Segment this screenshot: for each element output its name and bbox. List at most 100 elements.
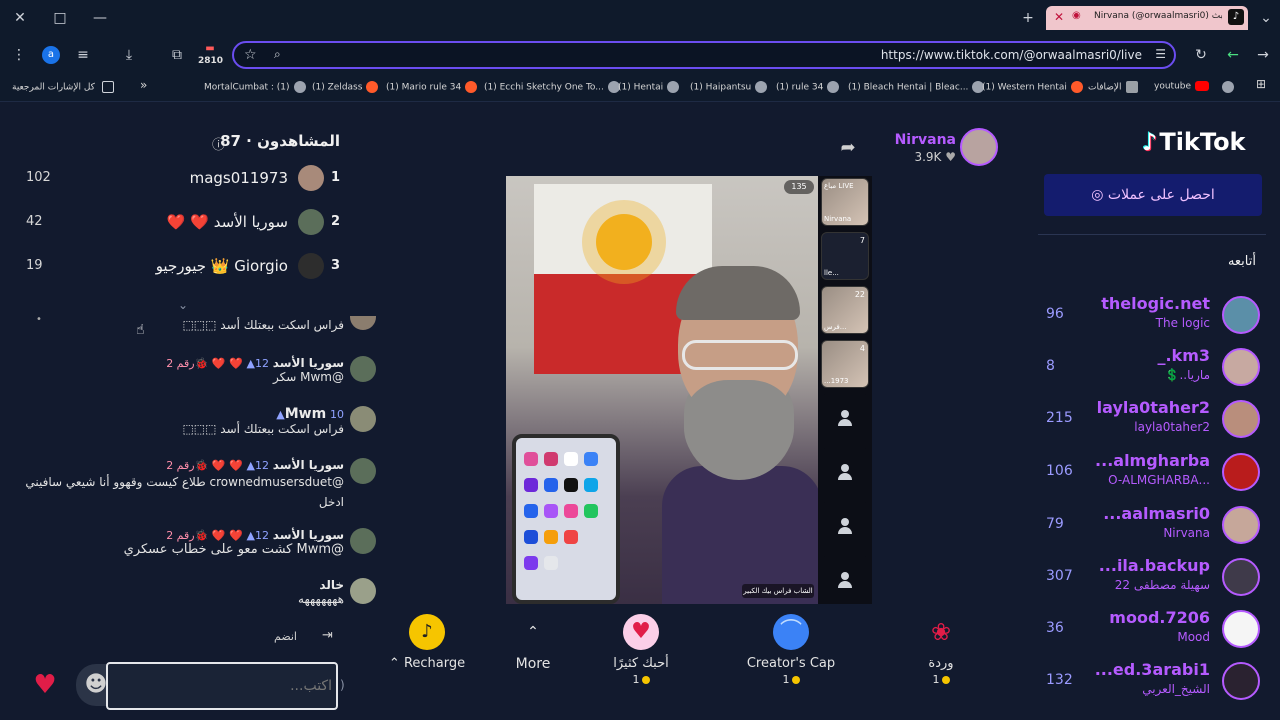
bookmark-item[interactable]: youtube bbox=[1154, 81, 1210, 92]
empty-guest-slot[interactable] bbox=[821, 448, 869, 496]
tab-list-chevron-icon[interactable]: ⌄ bbox=[1256, 8, 1276, 28]
viewer-rank: 2 bbox=[330, 214, 340, 229]
search-icon[interactable]: ⌕ bbox=[274, 47, 281, 62]
address-bar[interactable]: ☆ ⌕ https://www.tiktok.com/@orwaalmasri0… bbox=[232, 41, 1176, 69]
host-likes-value: 3.9K bbox=[914, 150, 942, 164]
reload-icon[interactable]: ↻ bbox=[1190, 44, 1212, 66]
extensions-icon[interactable]: ⧉ bbox=[166, 44, 188, 66]
chat-username[interactable]: سوريا الأسد bbox=[273, 528, 344, 542]
download-icon[interactable]: ⤓ bbox=[118, 44, 140, 66]
menu-dots-icon[interactable]: ⋮ bbox=[8, 44, 30, 66]
all-bookmarks-folder[interactable]: كل الإشارات المرجعية bbox=[12, 81, 114, 93]
app-tile bbox=[524, 452, 538, 466]
window-close-button[interactable]: ✕ bbox=[10, 8, 30, 28]
following-item[interactable]: 96 thelogic.net The logic bbox=[1040, 292, 1264, 340]
video-caption: الشاب فراس بيك الكبير bbox=[742, 584, 814, 598]
live-video[interactable] bbox=[506, 176, 818, 604]
host-name[interactable]: Nirvana bbox=[895, 132, 956, 148]
chat-input[interactable] bbox=[108, 664, 336, 708]
following-item[interactable]: 79 ...aalmasri0 Nirvana bbox=[1040, 502, 1264, 550]
bookmark-item[interactable]: (1) Bleach Hentai | Bleac... bbox=[848, 81, 985, 93]
extension-badge-icon[interactable]: ▬ bbox=[198, 42, 222, 56]
guest-tile[interactable]: 7 ...lle bbox=[821, 232, 869, 280]
bookmark-label: (1) Haipantsu bbox=[690, 82, 752, 93]
bookmark-item[interactable]: MortalCumbat : (1) bbox=[204, 81, 306, 93]
app-tile bbox=[584, 504, 598, 518]
bookmark-item[interactable]: (1) Haipantsu bbox=[690, 81, 768, 93]
following-item[interactable]: 106 ...almgharba ...O-ALMGHARBA bbox=[1040, 449, 1264, 497]
tiktok-logo[interactable]: ♪TikTok bbox=[1142, 128, 1246, 156]
chat-username[interactable]: سوريا الأسد bbox=[273, 356, 344, 370]
profile-avatar[interactable]: a bbox=[42, 46, 60, 64]
viewer-count: 215 bbox=[1046, 410, 1073, 426]
bookmark-item[interactable]: (1) rule 34 bbox=[776, 81, 840, 93]
chat-input-box[interactable] bbox=[106, 662, 338, 710]
empty-guest-slot[interactable] bbox=[821, 394, 869, 442]
globe-icon bbox=[1222, 81, 1234, 93]
level-badge: 12▲ bbox=[246, 529, 269, 542]
following-item[interactable]: 215 layla0taher2 layla0taher2 bbox=[1040, 396, 1264, 444]
top-viewer-row[interactable]: 42 سوريا الأسد ❤️ ❤️ 2 bbox=[24, 208, 344, 238]
info-icon[interactable]: ⓘ bbox=[212, 134, 225, 153]
bookmark-item[interactable]: (1) Western Hentai bbox=[982, 81, 1083, 93]
window-restore-button[interactable]: □ bbox=[50, 8, 70, 28]
top-viewer-row[interactable]: 19 Giorgio 👑 جيورجيو 3 bbox=[24, 252, 344, 282]
like-heart-button[interactable]: ♥ bbox=[30, 670, 60, 700]
guest-tile[interactable]: مباع LIVE Nirvana bbox=[821, 178, 869, 226]
apps-grid-icon[interactable]: ⊞ bbox=[1256, 77, 1266, 91]
gift-item[interactable]: ♥ أحبك كثيرًا 1 bbox=[586, 614, 696, 686]
get-coins-button[interactable]: احصل على عملات ◎ bbox=[1044, 174, 1262, 216]
gift-item[interactable]: ⌒ Creator's Cap 1 bbox=[736, 614, 846, 686]
forward-arrow-icon[interactable]: → bbox=[1252, 44, 1274, 66]
viewer-score: 19 bbox=[26, 258, 43, 273]
following-item[interactable]: 8 _.km3 ماريا..💲 bbox=[1040, 344, 1264, 392]
sidebar-divider bbox=[1038, 234, 1266, 235]
app-tile bbox=[544, 452, 558, 466]
join-icon[interactable]: ⇥ bbox=[322, 628, 333, 643]
globe-icon bbox=[667, 81, 680, 93]
expand-chevron-icon[interactable]: ⌄ bbox=[178, 298, 188, 312]
bookmark-item[interactable]: (1) Hentai bbox=[618, 81, 680, 93]
new-tab-button[interactable]: + bbox=[1018, 8, 1038, 28]
empty-guest-slot[interactable] bbox=[821, 502, 869, 550]
active-tab[interactable]: ✕ ◉ Nirvana (@orwaalmasri0) في بث... ♪ bbox=[1046, 6, 1248, 30]
following-item[interactable]: 132 ...ed.3arabi1 الشيخ_العربي bbox=[1040, 658, 1264, 706]
chat-text: فراس اسكت ببعتلك أسد ⬚⬚⬚ bbox=[182, 422, 344, 436]
bookmark-label: (1) Ecchi Sketchy One To... bbox=[484, 82, 604, 93]
reading-list-icon[interactable]: ≡ bbox=[72, 44, 94, 66]
recharge-button[interactable]: ♪ ⌃ Recharge bbox=[372, 614, 482, 671]
bookmark-item[interactable]: (1) Zeldass bbox=[312, 81, 379, 93]
globe-bookmark-icon[interactable] bbox=[1218, 81, 1234, 93]
host-avatar[interactable] bbox=[960, 128, 998, 166]
tiktok-note-icon: ♪ bbox=[1142, 128, 1158, 156]
bookmark-item[interactable]: (1) Mario rule 34 bbox=[386, 81, 478, 93]
back-arrow-icon[interactable]: ← bbox=[1222, 44, 1244, 66]
top-viewer-row[interactable]: 102 mags011973 1 bbox=[24, 164, 344, 194]
chat-username[interactable]: خالد bbox=[319, 578, 344, 592]
guest-tile[interactable]: 4 1973... bbox=[821, 340, 869, 388]
window-minimize-button[interactable]: — bbox=[90, 8, 110, 28]
following-item[interactable]: 36 mood.7206 Mood bbox=[1040, 606, 1264, 654]
share-icon[interactable]: ➦ bbox=[836, 136, 860, 160]
empty-guest-slot[interactable] bbox=[821, 556, 869, 604]
following-nickname: Nirvana bbox=[1163, 526, 1210, 540]
chat-username[interactable]: Mwm bbox=[285, 406, 326, 422]
gift-name: وردة bbox=[928, 656, 954, 671]
url-text[interactable]: https://www.tiktok.com/@orwaalmasri0/liv… bbox=[881, 48, 1142, 62]
guest-label: Nirvana bbox=[824, 215, 852, 223]
chat-username[interactable]: سوريا الأسد bbox=[273, 458, 344, 472]
bookmarks-overflow-button[interactable]: » bbox=[140, 78, 147, 92]
globe-icon bbox=[827, 81, 840, 93]
bookmark-star-icon[interactable]: ☆ bbox=[244, 47, 257, 63]
gift-item[interactable]: ❀ وردة 1 bbox=[886, 614, 996, 686]
tab-close-icon[interactable]: ✕ bbox=[1052, 10, 1066, 24]
guest-tile[interactable]: 22 ...فرس bbox=[821, 286, 869, 334]
bookmark-item[interactable]: الإضافات bbox=[1088, 81, 1138, 93]
avatar bbox=[350, 406, 376, 432]
more-gifts-button[interactable]: ⌃ More bbox=[478, 614, 588, 672]
following-item[interactable]: 307 ...ila.backup سهيلة مصطفى 22 bbox=[1040, 554, 1264, 602]
site-settings-icon[interactable]: ☰ bbox=[1155, 47, 1166, 61]
bookmark-item[interactable]: (1) Ecchi Sketchy One To... bbox=[484, 81, 620, 93]
heart-icon: ♥ bbox=[945, 150, 956, 164]
gift-name-label: Recharge bbox=[403, 656, 466, 671]
